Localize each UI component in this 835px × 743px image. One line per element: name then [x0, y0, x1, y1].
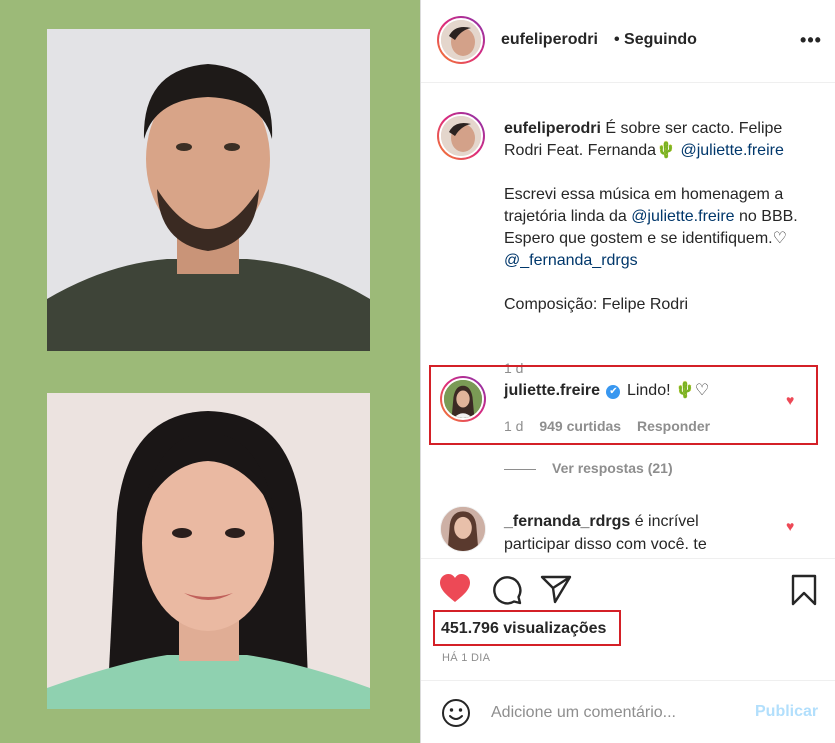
post-header: eufeliperodri • Seguindo •••	[421, 0, 835, 83]
comment-like-heart-icon[interactable]: ♥	[786, 518, 794, 534]
publish-button[interactable]: Publicar	[755, 703, 818, 721]
views-highlight-box	[433, 610, 621, 646]
cactus-emoji: 🌵	[656, 142, 676, 159]
emoji-icon[interactable]	[441, 698, 471, 733]
mention-juliette-2[interactable]: @juliette.freire	[631, 208, 734, 225]
comments-section[interactable]: eufeliperodri É sobre ser cacto. Felipe …	[421, 84, 835, 558]
author-avatar[interactable]	[437, 16, 485, 64]
heart-emoji: ♡	[772, 230, 787, 247]
fernanda-avatar-image	[441, 507, 485, 551]
post-media[interactable]	[0, 0, 420, 743]
bookmark-icon[interactable]	[790, 574, 818, 606]
woman-portrait-image	[47, 393, 370, 709]
comment-fernanda-text: _fernanda_rdrgs é incrível participar di…	[504, 510, 764, 556]
comment-fernanda-username[interactable]: _fernanda_rdrgs	[504, 513, 630, 530]
post-date[interactable]: HÁ 1 DIA	[442, 652, 490, 664]
video-frame-man[interactable]	[47, 29, 370, 351]
author-username[interactable]: eufeliperodri	[501, 31, 598, 49]
comment-input[interactable]	[491, 701, 741, 725]
man-portrait-image	[47, 29, 370, 351]
mention-juliette[interactable]: @juliette.freire	[680, 142, 783, 159]
caption-username[interactable]: eufeliperodri	[504, 120, 601, 137]
following-status[interactable]: • Seguindo	[614, 31, 697, 49]
post-side-panel: eufeliperodri • Seguindo ••• eufeliperod…	[420, 0, 835, 743]
author-avatar-image	[441, 20, 481, 60]
replies-divider-line	[504, 468, 536, 470]
view-replies-label: Ver respostas (21)	[552, 460, 673, 476]
comment-icon[interactable]	[492, 575, 522, 605]
mention-fernanda[interactable]: @_fernanda_rdrgs	[504, 252, 638, 269]
view-replies-button[interactable]: Ver respostas (21)	[504, 460, 673, 476]
share-icon[interactable]	[540, 574, 572, 604]
video-frame-woman[interactable]	[47, 393, 370, 709]
post-actions: 451.796 visualizações HÁ 1 DIA	[421, 558, 835, 680]
caption-avatar-image	[441, 116, 481, 156]
fernanda-avatar[interactable]	[440, 506, 486, 552]
comment-highlight-box	[429, 365, 818, 445]
caption-text: eufeliperodri É sobre ser cacto. Felipe …	[504, 118, 824, 316]
like-heart-icon[interactable]	[439, 573, 471, 603]
add-comment-bar: Publicar	[421, 680, 835, 743]
more-options-icon[interactable]: •••	[799, 30, 823, 50]
caption-avatar[interactable]	[437, 112, 485, 160]
caption-composition: Composição: Felipe Rodri	[504, 296, 689, 313]
